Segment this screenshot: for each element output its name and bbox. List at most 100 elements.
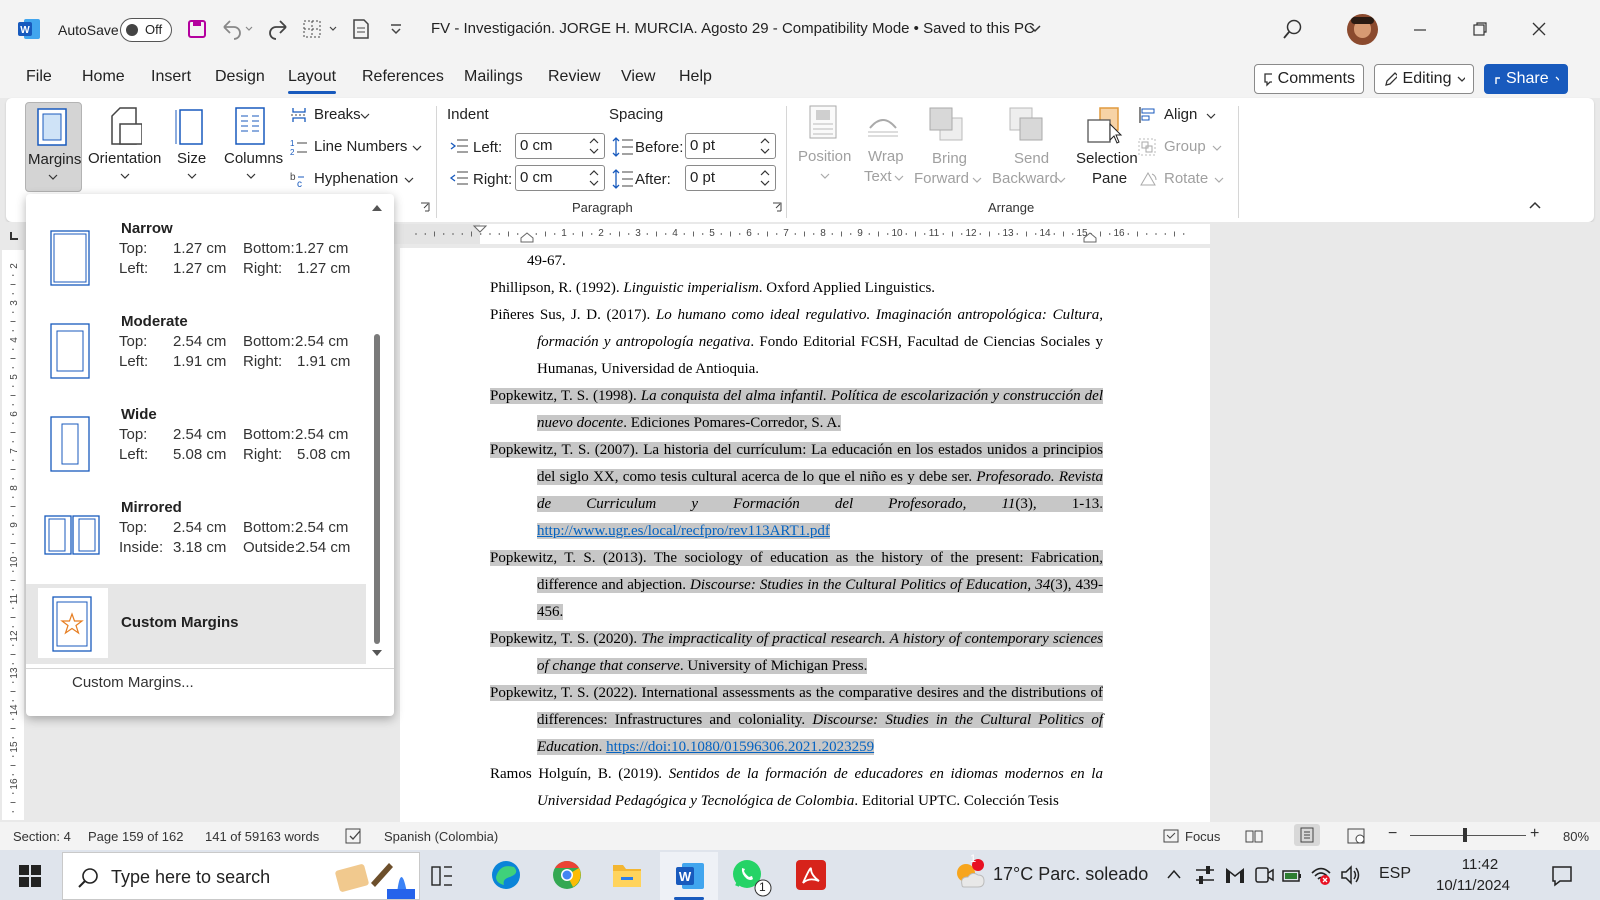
- focus-button[interactable]: Focus: [1185, 829, 1220, 844]
- selection-pane-button[interactable]: Selection Pane: [1072, 102, 1142, 194]
- focus-icon[interactable]: [1162, 827, 1180, 845]
- align-button[interactable]: Align: [1138, 104, 1228, 126]
- custom-margins-item[interactable]: Custom Margins: [26, 584, 366, 664]
- tab-insert[interactable]: Insert: [151, 68, 191, 86]
- read-mode-icon[interactable]: [1244, 827, 1264, 845]
- document-title[interactable]: FV - Investigación. JORGE H. MURCIA. Ago…: [431, 20, 1035, 37]
- print-layout-view[interactable]: [1294, 824, 1320, 846]
- rotate-button[interactable]: Rotate: [1138, 168, 1228, 190]
- position-button[interactable]: Position: [794, 102, 854, 194]
- spinner-icon[interactable]: [588, 136, 600, 156]
- settings-sliders-icon[interactable]: [1194, 864, 1216, 886]
- margin-option-moderate[interactable]: Moderate Top: 2.54 cm Bottom: 2.54 cm Le…: [26, 295, 366, 389]
- indent-left-input[interactable]: 0 cm: [515, 133, 605, 159]
- document-page[interactable]: 49-67. Phillipson, R. (1992). Linguistic…: [400, 248, 1210, 828]
- input-language[interactable]: ESP: [1379, 865, 1411, 883]
- hanging-indent-marker[interactable]: [520, 232, 534, 243]
- edge-browser-icon[interactable]: [490, 859, 522, 891]
- weather-icon[interactable]: [952, 859, 986, 891]
- word-count[interactable]: 141 of 59163 words: [205, 829, 319, 844]
- section-indicator[interactable]: Section: 4: [13, 829, 71, 844]
- spinner-icon[interactable]: [759, 136, 771, 156]
- scroll-up-icon[interactable]: [370, 202, 384, 212]
- redo-icon[interactable]: [268, 18, 290, 40]
- size-button[interactable]: Size: [170, 102, 214, 192]
- minimize-icon[interactable]: [1412, 22, 1428, 38]
- hyphenation-button[interactable]: bc Hyphenation: [288, 168, 428, 190]
- comments-button[interactable]: Comments: [1254, 64, 1364, 94]
- zoom-out-icon[interactable]: −: [1388, 825, 1397, 843]
- network-icon[interactable]: [1310, 864, 1332, 886]
- clock-date[interactable]: 10/11/2024: [1436, 877, 1510, 894]
- spacing-before-input[interactable]: 0 pt: [685, 133, 776, 159]
- print-layout-icon[interactable]: [350, 18, 374, 42]
- tab-file[interactable]: File: [26, 68, 52, 86]
- web-layout-icon[interactable]: [1346, 827, 1366, 845]
- group-button[interactable]: Group: [1138, 136, 1228, 158]
- zoom-level[interactable]: 80%: [1563, 829, 1589, 844]
- tab-help[interactable]: Help: [679, 68, 712, 86]
- orientation-button[interactable]: Orientation: [86, 102, 164, 192]
- margin-option-narrow[interactable]: Narrow Top: 1.27 cm Bottom: 1.27 cm Left…: [26, 202, 366, 296]
- table-borders-icon[interactable]: [302, 18, 340, 40]
- clock-time[interactable]: 11:42: [1453, 856, 1507, 873]
- autosave-toggle[interactable]: Off: [120, 18, 172, 42]
- weather-text[interactable]: 17°C Parc. soleado: [993, 864, 1148, 885]
- zoom-slider-thumb[interactable]: [1463, 828, 1467, 842]
- ref-link[interactable]: https://doi:10.1080/01596306.2021.202325…: [606, 739, 874, 755]
- chrome-browser-icon[interactable]: [551, 859, 583, 891]
- taskbar-search-box[interactable]: Type here to search: [62, 852, 420, 900]
- meet-now-icon[interactable]: [1254, 864, 1274, 886]
- close-icon[interactable]: [1531, 21, 1547, 37]
- chevron-down-icon[interactable]: [1028, 23, 1042, 35]
- customize-qat-icon[interactable]: [388, 22, 404, 38]
- language-indicator[interactable]: Spanish (Colombia): [384, 829, 498, 844]
- tab-view[interactable]: View: [621, 68, 655, 86]
- notifications-icon[interactable]: [1550, 864, 1574, 888]
- spinner-icon[interactable]: [588, 168, 600, 188]
- dialog-launcher-icon[interactable]: [772, 202, 782, 212]
- show-hidden-icons-icon[interactable]: [1166, 868, 1182, 880]
- margin-option-wide[interactable]: Wide Top: 2.54 cm Bottom: 2.54 cm Left: …: [26, 388, 366, 482]
- editing-mode-button[interactable]: Editing: [1374, 64, 1474, 94]
- custom-margins-link[interactable]: Custom Margins...: [72, 674, 194, 691]
- line-numbers-button[interactable]: 12 Line Numbers: [288, 136, 428, 158]
- dropdown-scrollbar[interactable]: [368, 198, 386, 658]
- ref-link[interactable]: http://www.ugr.es/local/recfpro/rev113AR…: [537, 523, 830, 539]
- page-indicator[interactable]: Page 159 of 162: [88, 829, 183, 844]
- send-backward-button[interactable]: Send Backward: [988, 102, 1068, 194]
- word-taskbar-button[interactable]: W: [660, 852, 718, 900]
- breaks-button[interactable]: Breaks: [288, 104, 428, 126]
- margins-button[interactable]: Margins: [25, 102, 82, 192]
- spacing-after-input[interactable]: 0 pt: [685, 165, 776, 191]
- columns-button[interactable]: Columns: [220, 102, 283, 192]
- tab-layout[interactable]: Layout: [288, 68, 337, 94]
- proofing-icon[interactable]: [344, 827, 364, 845]
- scroll-down-icon[interactable]: [370, 648, 384, 658]
- search-icon[interactable]: [1282, 18, 1304, 40]
- collapse-ribbon-icon[interactable]: [1528, 200, 1542, 210]
- tab-mailings[interactable]: Mailings: [464, 68, 523, 86]
- tab-home[interactable]: Home: [82, 68, 125, 86]
- gmail-icon[interactable]: [1224, 864, 1246, 886]
- save-icon[interactable]: [187, 19, 207, 39]
- zoom-slider[interactable]: [1410, 828, 1526, 842]
- bring-forward-button[interactable]: Bring Forward: [910, 102, 984, 194]
- restore-icon[interactable]: [1472, 21, 1488, 37]
- tab-selector-icon[interactable]: [8, 230, 20, 242]
- spinner-icon[interactable]: [759, 168, 771, 188]
- wrap-text-button[interactable]: Wrap Text: [858, 102, 908, 194]
- horizontal-ruler[interactable]: 1 2 3 4 5 6 7 8 9 10 11 12 13 14 15 16: [390, 224, 1210, 244]
- dialog-launcher-icon[interactable]: [420, 202, 430, 212]
- share-button[interactable]: Share: [1484, 64, 1568, 94]
- acrobat-reader-icon[interactable]: [795, 859, 827, 891]
- avatar[interactable]: [1347, 14, 1378, 45]
- undo-icon[interactable]: [220, 18, 254, 40]
- file-explorer-icon[interactable]: [611, 861, 643, 889]
- windows-start-icon[interactable]: [19, 865, 41, 887]
- scroll-thumb[interactable]: [374, 334, 380, 644]
- margin-option-mirrored[interactable]: Mirrored Top: 2.54 cm Bottom: 2.54 cm In…: [26, 481, 366, 575]
- tab-review[interactable]: Review: [548, 68, 600, 86]
- tab-design[interactable]: Design: [215, 68, 265, 86]
- tab-references[interactable]: References: [362, 68, 444, 86]
